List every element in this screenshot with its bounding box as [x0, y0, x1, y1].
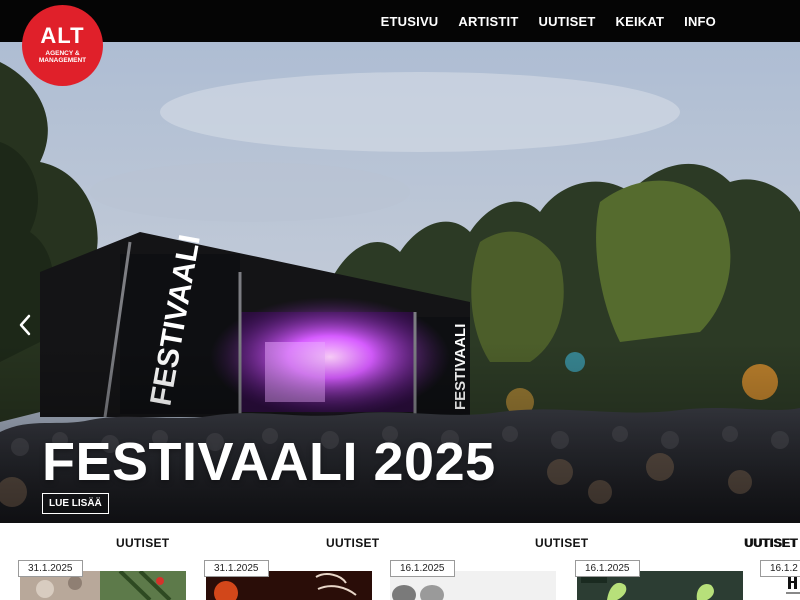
news-heading: UUTISET [116, 536, 170, 550]
news-strip: UUTISET 31.1.2025 UUTISET 31.1.2025 UUTI… [0, 523, 800, 600]
top-navigation-bar: ETUSIVU ARTISTIT UUTISET KEIKAT INFO [0, 0, 800, 42]
nav-item-uutiset[interactable]: UUTISET [539, 14, 596, 29]
news-heading: UUTISET [326, 536, 380, 550]
site-logo[interactable]: ALT AGENCY & MANAGEMENT [22, 5, 103, 86]
news-date: 16.1.2025 [575, 560, 640, 577]
news-date: 31.1.2025 [18, 560, 83, 577]
news-date: 16.1.2025 [390, 560, 455, 577]
news-card[interactable]: UUTISET 16.1.2025 [575, 523, 798, 600]
logo-wordmark: ALT [40, 23, 85, 48]
slider-prev-arrow-icon[interactable] [14, 310, 38, 340]
news-date: 16.1.2 [760, 560, 800, 577]
news-date: 31.1.2025 [204, 560, 269, 577]
news-card[interactable]: UUTISET 31.1.2025 [18, 523, 208, 600]
news-card[interactable]: UUTISET 16.1.2025 [388, 523, 588, 600]
news-card[interactable]: UUTISET 31.1.2025 [204, 523, 394, 600]
hero-title: FESTIVAALI 2025 [42, 432, 496, 492]
read-more-button[interactable]: LUE LISÄÄ [42, 493, 109, 514]
nav-item-info[interactable]: INFO [684, 14, 716, 29]
news-card[interactable]: 16.1.2 [760, 523, 800, 600]
news-heading: UUTISET [744, 536, 798, 550]
nav-item-keikat[interactable]: KEIKAT [616, 14, 665, 29]
logo-tagline-line2: MANAGEMENT [38, 57, 87, 64]
nav-item-etusivu[interactable]: ETUSIVU [381, 14, 439, 29]
main-nav: ETUSIVU ARTISTIT UUTISET KEIKAT INFO [381, 0, 716, 42]
nav-item-artistit[interactable]: ARTISTIT [458, 14, 518, 29]
logo-tagline-line1: AGENCY & [45, 50, 80, 57]
